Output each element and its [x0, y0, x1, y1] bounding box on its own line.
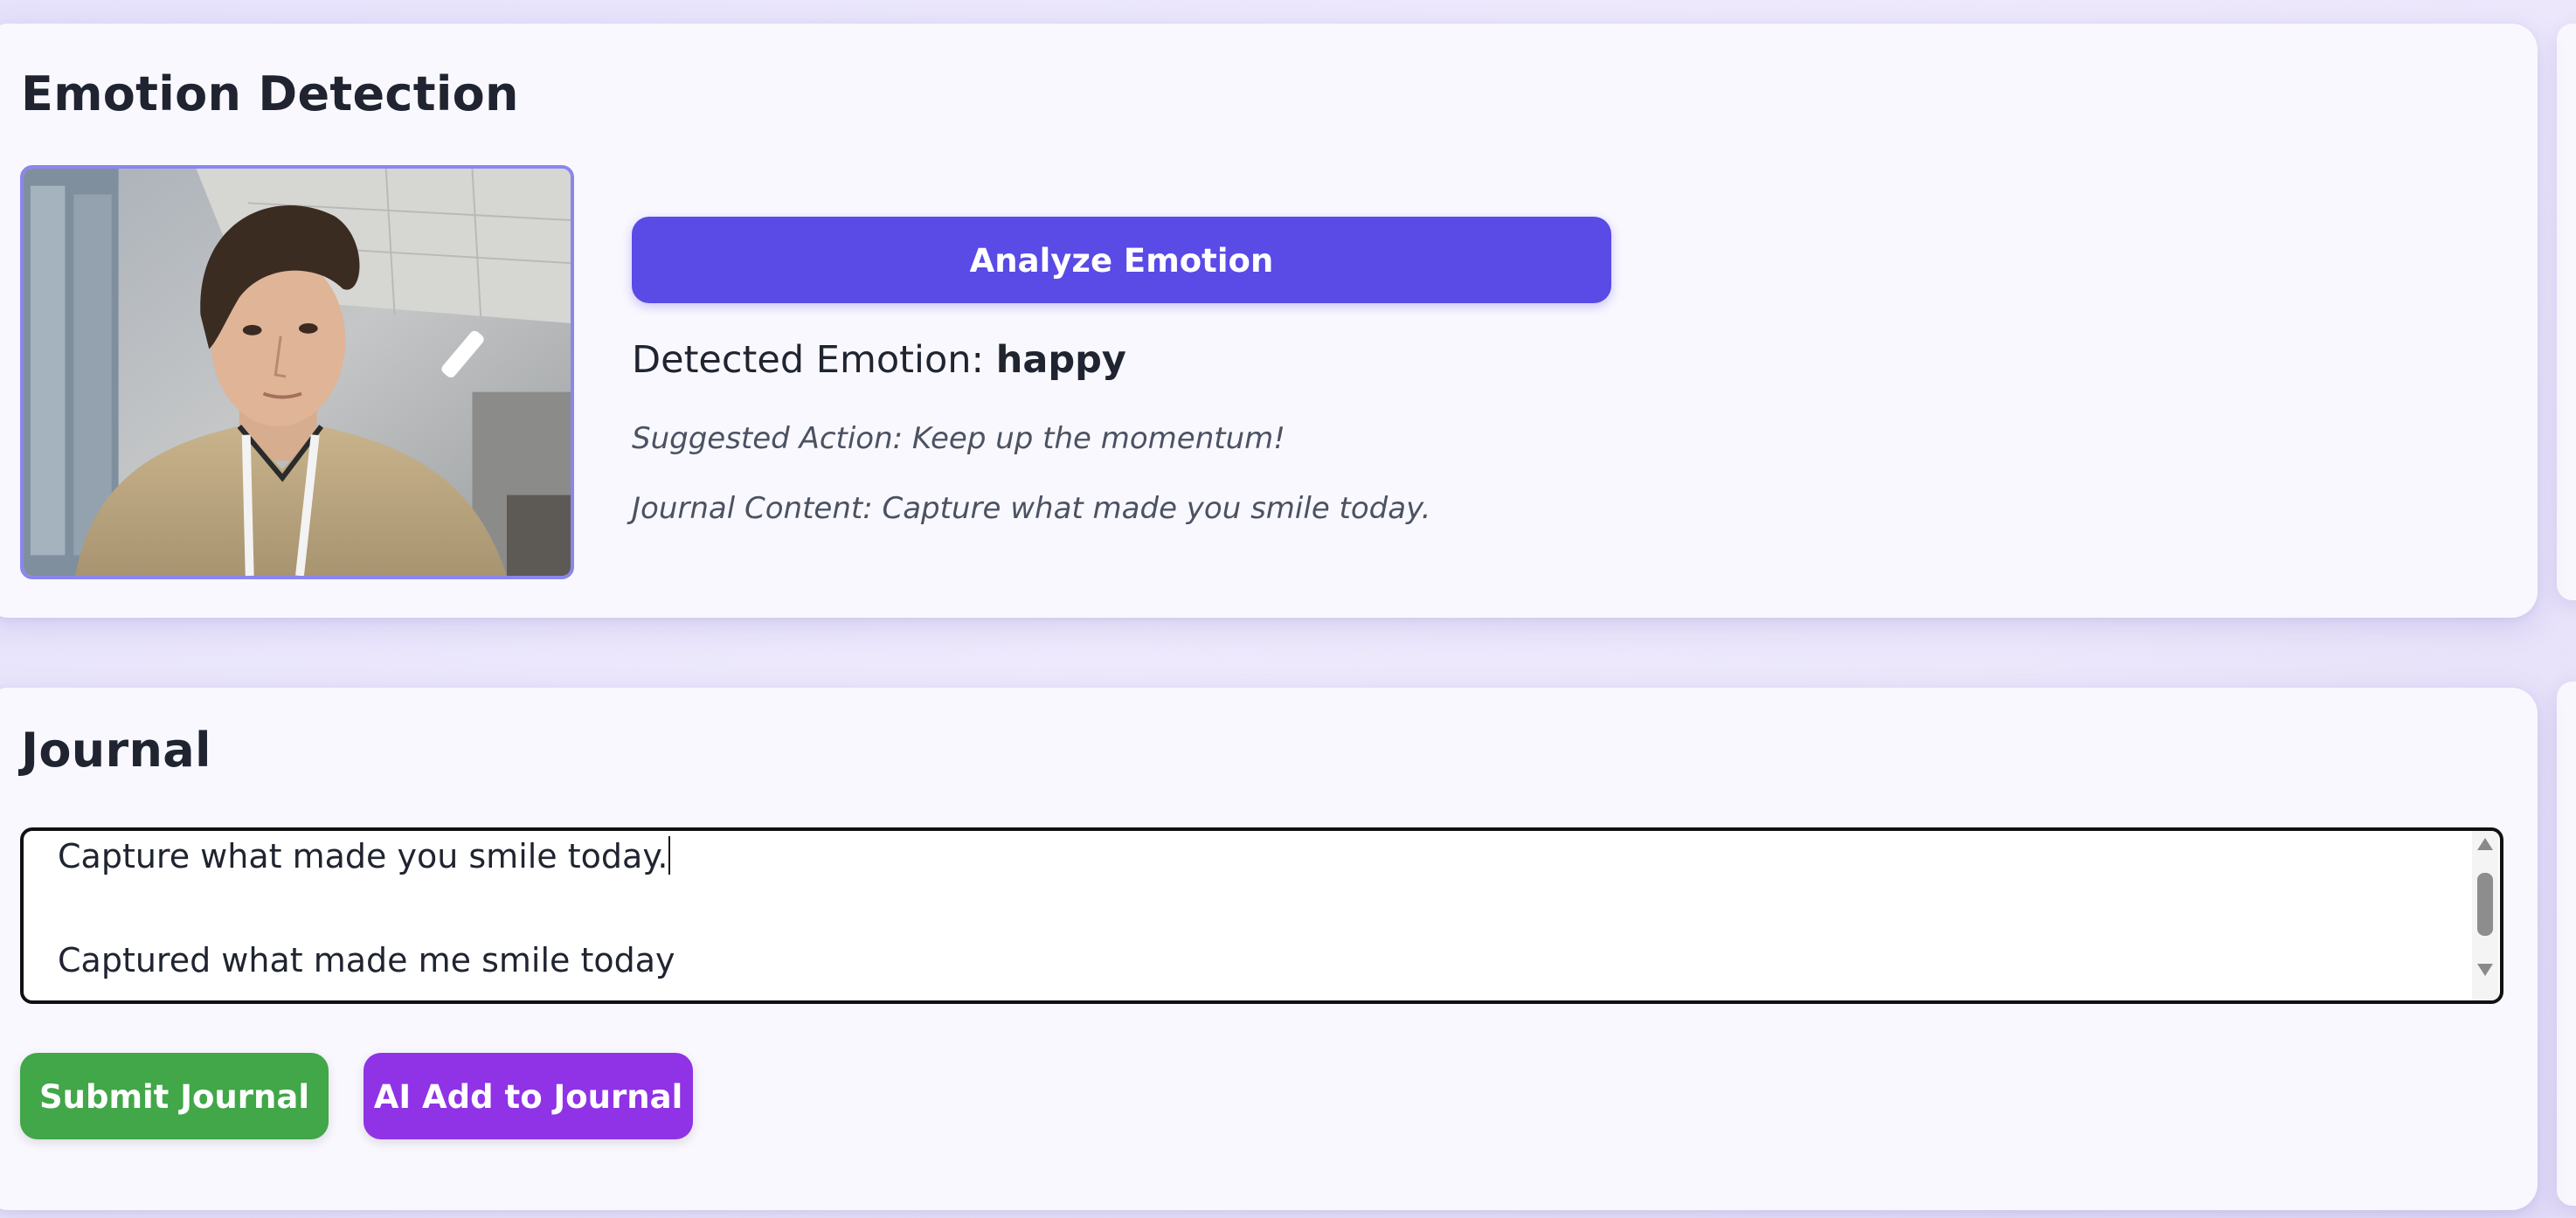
suggested-action-text: Suggested Action: Keep up the momentum!	[632, 421, 1285, 456]
submit-journal-button[interactable]: Submit Journal	[20, 1053, 329, 1139]
detected-emotion-value: happy	[995, 338, 1126, 382]
text-cursor	[668, 836, 671, 875]
detected-emotion: Detected Emotion: happy	[632, 338, 1126, 382]
textarea-scrollbar[interactable]	[2472, 831, 2498, 1000]
ai-add-to-journal-button[interactable]: AI Add to Journal	[364, 1053, 693, 1139]
emotion-detection-title: Emotion Detection	[21, 66, 519, 121]
webcam-image	[24, 169, 571, 576]
journal-card: Journal Capture what made you smile toda…	[0, 688, 2538, 1210]
scroll-down-icon[interactable]	[2477, 964, 2493, 976]
adjacent-card-edge	[2557, 682, 2576, 1206]
detected-emotion-label: Detected Emotion:	[632, 338, 985, 382]
webcam-feed	[20, 165, 574, 579]
journal-textarea[interactable]: Capture what made you smile today. Captu…	[20, 827, 2503, 1004]
scrollbar-thumb[interactable]	[2477, 873, 2493, 936]
journal-content-text: Journal Content: Capture what made you s…	[632, 491, 1431, 526]
journal-text-line: Capture what made you smile today.	[58, 836, 671, 875]
adjacent-card-edge	[2557, 24, 2576, 600]
analyze-emotion-button[interactable]: Analyze Emotion	[632, 217, 1611, 303]
emotion-detection-card: Emotion Detection Analyze Emotion Detect…	[0, 24, 2538, 618]
journal-title: Journal	[21, 723, 211, 778]
journal-text-line-2: Captured what made me smile today	[58, 941, 675, 979]
scroll-up-icon[interactable]	[2477, 838, 2493, 850]
journal-text-line-1: Capture what made you smile today.	[58, 837, 668, 875]
